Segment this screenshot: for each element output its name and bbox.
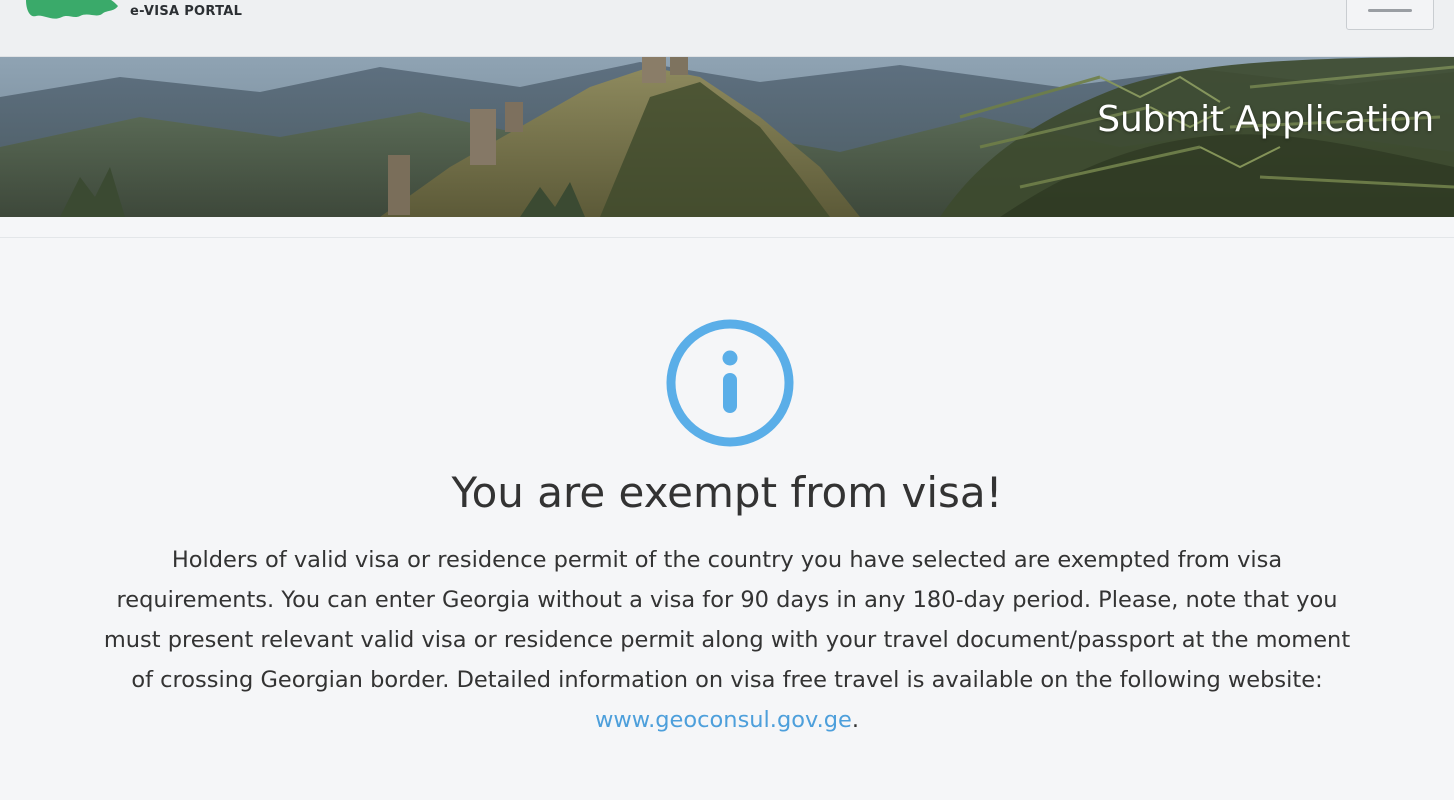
section-divider xyxy=(0,237,1454,238)
menu-toggle-button[interactable] xyxy=(1346,0,1434,30)
page-title: Submit Application xyxy=(1097,99,1434,140)
exemption-description: Holders of valid visa or residence permi… xyxy=(90,540,1364,740)
info-icon xyxy=(666,319,794,447)
georgia-map-logo-icon[interactable] xyxy=(22,0,122,26)
hero-banner: Submit Application xyxy=(0,57,1454,217)
brand-title: e-VISA PORTAL xyxy=(130,4,243,19)
exemption-heading: You are exempt from visa! xyxy=(451,468,1003,517)
exemption-text: Holders of valid visa or residence permi… xyxy=(103,547,1351,693)
geoconsul-link[interactable]: www.geoconsul.gov.ge xyxy=(595,707,852,733)
top-navbar: e-VISA PORTAL xyxy=(0,0,1454,57)
trailing-period: . xyxy=(851,707,860,733)
hamburger-menu-icon xyxy=(1368,9,1412,12)
